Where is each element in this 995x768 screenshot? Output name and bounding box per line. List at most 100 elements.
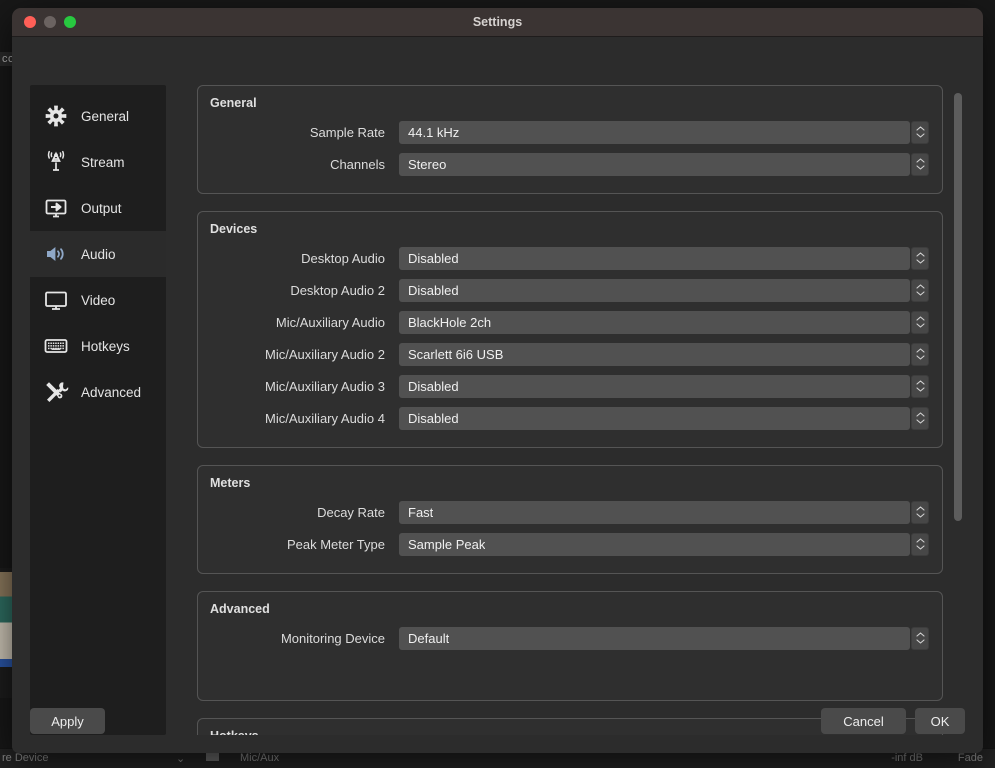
maximize-window-icon[interactable] xyxy=(64,16,76,28)
tools-icon xyxy=(42,378,70,406)
settings-window: Settings General Stream Output Audio Video Ho… xyxy=(12,8,983,753)
combobox-desktop-audio-2[interactable]: Disabled xyxy=(399,278,929,302)
settings-field: Desktop Audio 2 Disabled xyxy=(210,274,930,306)
settings-group-meters: Meters Decay Rate Fast Peak Meter Type Sampl… xyxy=(197,465,943,574)
apply-button[interactable]: Apply xyxy=(30,708,105,734)
combobox-mic-auxiliary-audio-2[interactable]: Scarlett 6i6 USB xyxy=(399,342,929,366)
sidebar-item-label: Audio xyxy=(81,246,116,262)
field-label: Mic/Auxiliary Audio 2 xyxy=(265,346,385,362)
settings-group-general: General Sample Rate 44.1 kHz Channels Stereo xyxy=(197,85,943,194)
group-title: Devices xyxy=(210,222,258,236)
settings-field: Channels Stereo xyxy=(210,148,930,180)
window-body: General Stream Output Audio Video Hotkeys Adva… xyxy=(12,37,983,753)
mixer-source-label: Mic/Aux xyxy=(240,752,280,764)
field-label: Mic/Auxiliary Audio xyxy=(275,314,385,330)
settings-field: Mic/Auxiliary Audio 4 Disabled xyxy=(210,402,930,434)
field-label: Desktop Audio xyxy=(301,250,385,266)
combobox-value: Stereo xyxy=(408,156,447,172)
combobox-stepper-arrows-icon[interactable] xyxy=(911,152,929,176)
settings-field: Mic/Auxiliary Audio 2 Scarlett 6i6 USB xyxy=(210,338,930,370)
sidebar-item-label: Video xyxy=(81,292,116,308)
field-label: Channels xyxy=(330,156,385,172)
sidebar-item-label: General xyxy=(81,108,130,124)
sidebar-item-label: Stream xyxy=(81,154,125,170)
combobox-desktop-audio[interactable]: Disabled xyxy=(399,246,929,270)
speaker-icon xyxy=(42,240,70,268)
sidebar-item-advanced[interactable]: Advanced xyxy=(30,369,166,415)
sidebar-item-output[interactable]: Output xyxy=(30,185,166,231)
field-label: Peak Meter Type xyxy=(286,536,385,552)
combobox-stepper-arrows-icon[interactable] xyxy=(911,532,929,556)
gear-icon xyxy=(42,102,70,130)
settings-field: Peak Meter Type Sample Peak xyxy=(210,528,930,560)
window-title: Settings xyxy=(472,15,523,29)
settings-field: Decay Rate Fast xyxy=(210,496,930,528)
sidebar-item-audio[interactable]: Audio xyxy=(30,231,166,277)
combobox-stepper-arrows-icon[interactable] xyxy=(911,626,929,650)
combobox-mic-auxiliary-audio-3[interactable]: Disabled xyxy=(399,374,929,398)
broadcast-icon xyxy=(42,148,70,176)
field-label: Decay Rate xyxy=(317,504,385,520)
field-label: Mic/Auxiliary Audio 4 xyxy=(265,410,385,426)
combobox-stepper-arrows-icon[interactable] xyxy=(911,500,929,524)
settings-group-advanced: Advanced Monitoring Device Default xyxy=(197,591,943,701)
combobox-monitoring-device[interactable]: Default xyxy=(399,626,929,650)
settings-groups-container: General Sample Rate 44.1 kHz Channels Stereo… xyxy=(197,85,943,735)
sidebar-item-stream[interactable]: Stream xyxy=(30,139,166,185)
settings-field: Monitoring Device Default xyxy=(210,622,930,654)
settings-scrollbar[interactable] xyxy=(951,85,965,735)
combobox-value: Default xyxy=(408,630,450,646)
combobox-peak-meter-type[interactable]: Sample Peak xyxy=(399,532,929,556)
combobox-stepper-arrows-icon[interactable] xyxy=(911,342,929,366)
group-title: Meters xyxy=(210,476,251,490)
field-label: Sample Rate xyxy=(309,124,385,140)
settings-group-devices: Devices Desktop Audio Disabled Desktop Audi… xyxy=(197,211,943,448)
mixer-db-value: -inf dB xyxy=(891,752,923,764)
field-label: Mic/Auxiliary Audio 3 xyxy=(265,378,385,394)
combobox-stepper-arrows-icon[interactable] xyxy=(911,246,929,270)
combobox-stepper-arrows-icon[interactable] xyxy=(911,120,929,144)
settings-scroll-pane[interactable]: General Sample Rate 44.1 kHz Channels Stereo… xyxy=(190,85,965,735)
mixer-mute-icon xyxy=(206,752,219,761)
sidebar-item-video[interactable]: Video xyxy=(30,277,166,323)
keyboard-icon xyxy=(42,332,70,360)
combobox-decay-rate[interactable]: Fast xyxy=(399,500,929,524)
cancel-button[interactable]: Cancel xyxy=(821,708,906,734)
combobox-mic-auxiliary-audio-4[interactable]: Disabled xyxy=(399,406,929,430)
combobox-mic-auxiliary-audio[interactable]: BlackHole 2ch xyxy=(399,310,929,334)
minimize-window-icon[interactable] xyxy=(44,16,56,28)
combobox-stepper-arrows-icon[interactable] xyxy=(911,278,929,302)
combobox-value: Fast xyxy=(408,504,434,520)
mixer-chevron-down-icon: ⌄ xyxy=(176,753,186,765)
combobox-value: Disabled xyxy=(408,378,459,394)
settings-field: Desktop Audio Disabled xyxy=(210,242,930,274)
mixer-device-label: re Device xyxy=(2,752,49,764)
traffic-lights xyxy=(24,16,76,28)
ok-button[interactable]: OK xyxy=(915,708,965,734)
settings-scrollbar-thumb[interactable] xyxy=(954,93,962,521)
settings-field: Sample Rate 44.1 kHz xyxy=(210,116,930,148)
combobox-sample-rate[interactable]: 44.1 kHz xyxy=(399,120,929,144)
sidebar-item-label: Output xyxy=(81,200,122,216)
window-titlebar[interactable]: Settings xyxy=(12,8,983,37)
combobox-value: Scarlett 6i6 USB xyxy=(408,346,504,362)
dialog-footer: Apply Cancel OK xyxy=(12,697,983,753)
combobox-stepper-arrows-icon[interactable] xyxy=(911,310,929,334)
sidebar-item-label: Hotkeys xyxy=(81,338,130,354)
combobox-value: Disabled xyxy=(408,250,459,266)
combobox-value: Sample Peak xyxy=(408,536,486,552)
settings-field: Mic/Auxiliary Audio 3 Disabled xyxy=(210,370,930,402)
close-window-icon[interactable] xyxy=(24,16,36,28)
combobox-value: Disabled xyxy=(408,410,459,426)
field-label: Desktop Audio 2 xyxy=(290,282,385,298)
settings-sidebar: General Stream Output Audio Video Hotkeys Adva… xyxy=(30,85,166,735)
sidebar-item-general[interactable]: General xyxy=(30,93,166,139)
mixer-fade-label: Fade xyxy=(957,752,983,764)
group-title: General xyxy=(210,96,257,110)
combobox-value: Disabled xyxy=(408,282,459,298)
combobox-stepper-arrows-icon[interactable] xyxy=(911,406,929,430)
combobox-channels[interactable]: Stereo xyxy=(399,152,929,176)
sidebar-item-hotkeys[interactable]: Hotkeys xyxy=(30,323,166,369)
output-icon xyxy=(42,194,70,222)
combobox-stepper-arrows-icon[interactable] xyxy=(911,374,929,398)
